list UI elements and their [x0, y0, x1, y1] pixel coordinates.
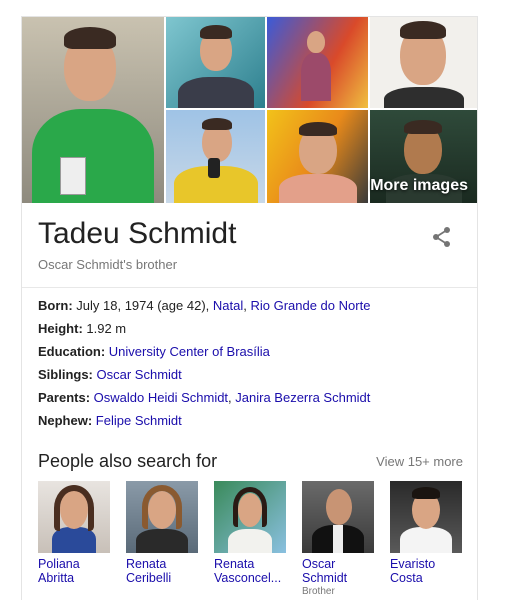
facts-list: Born: July 18, 1974 (age 42), Natal, Rio…: [38, 294, 468, 432]
fact-height: Height: 1.92 m: [38, 321, 127, 336]
person-card[interactable]: Poliana Abritta: [38, 481, 110, 585]
view-more-link[interactable]: View 15+ more: [376, 454, 463, 469]
more-images-link[interactable]: More images: [370, 177, 468, 195]
photo-main[interactable]: [22, 17, 164, 203]
people-also-search-title: People also search for: [38, 451, 218, 471]
knowledge-panel: More images Tadeu Schmidt Oscar Schmidt'…: [21, 16, 478, 600]
person-card[interactable]: Evaristo Costa: [390, 481, 462, 585]
entity-subtitle: Oscar Schmidt's brother: [38, 257, 178, 272]
person-photo[interactable]: [126, 481, 198, 553]
person-card[interactable]: Renata Vasconcel...: [214, 481, 286, 585]
photo-5[interactable]: [166, 110, 265, 203]
person-photo[interactable]: [38, 481, 110, 553]
fact-parents: Parents: Oswaldo Heidi Schmidt, Janira B…: [38, 390, 371, 405]
image-collage[interactable]: More images: [22, 17, 477, 203]
share-icon[interactable]: [430, 225, 454, 249]
divider: [22, 287, 477, 288]
fact-education: Education: University Center of Brasília: [38, 344, 270, 359]
person-card[interactable]: Renata Ceribelli: [126, 481, 198, 585]
born-city-link[interactable]: Natal: [213, 298, 243, 313]
person-photo[interactable]: [302, 481, 374, 553]
relation-label: Brother: [302, 586, 335, 597]
fact-born: Born: July 18, 1974 (age 42), Natal, Rio…: [38, 298, 371, 313]
person-photo[interactable]: [214, 481, 286, 553]
born-state-link[interactable]: Rio Grande do Norte: [250, 298, 370, 313]
fact-siblings: Siblings: Oscar Schmidt: [38, 367, 182, 382]
fact-nephew: Nephew: Felipe Schmidt: [38, 413, 182, 428]
entity-title: Tadeu Schmidt: [38, 217, 237, 250]
education-link[interactable]: University Center of Brasília: [109, 344, 270, 359]
parent-link-father[interactable]: Oswaldo Heidi Schmidt: [94, 390, 228, 405]
nephew-link[interactable]: Felipe Schmidt: [96, 413, 182, 428]
parent-link-mother[interactable]: Janira Bezerra Schmidt: [235, 390, 370, 405]
person-photo[interactable]: [390, 481, 462, 553]
photo-3[interactable]: [267, 17, 368, 108]
sibling-link[interactable]: Oscar Schmidt: [97, 367, 182, 382]
photo-4[interactable]: [370, 17, 477, 108]
photo-2[interactable]: [166, 17, 265, 108]
person-card[interactable]: Oscar Schmidt Brother: [302, 481, 374, 597]
photo-6[interactable]: [267, 110, 368, 203]
